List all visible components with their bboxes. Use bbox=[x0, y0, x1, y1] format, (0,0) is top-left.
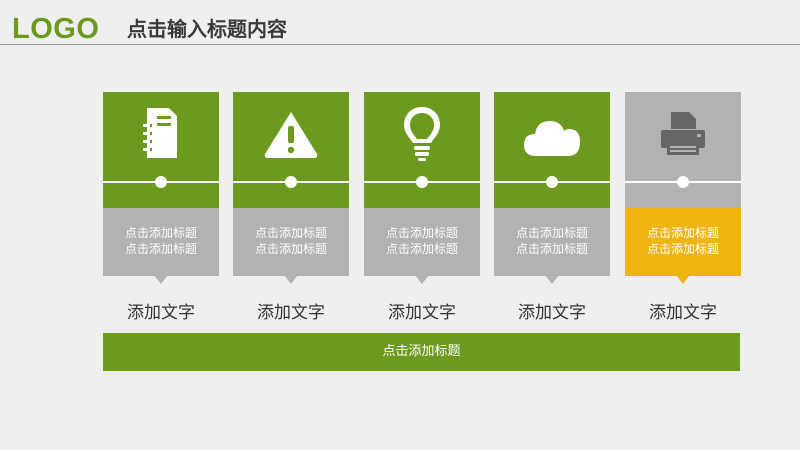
card-top bbox=[364, 92, 480, 208]
card-top bbox=[494, 92, 610, 208]
card-caption[interactable]: 添加文字 bbox=[354, 302, 490, 324]
printer-icon bbox=[653, 102, 713, 164]
timeline-dot bbox=[155, 176, 167, 188]
lightbulb-icon bbox=[392, 102, 452, 164]
timeline-dot bbox=[285, 176, 297, 188]
cloud-icon bbox=[522, 102, 582, 164]
card-subtitle[interactable]: 点击添加标题 点击添加标题 bbox=[364, 225, 480, 257]
card-subtitle[interactable]: 点击添加标题 点击添加标题 bbox=[494, 225, 610, 257]
footer-title-bar[interactable]: 点击添加标题 bbox=[103, 333, 740, 371]
warning-icon bbox=[261, 102, 321, 164]
card-pointer bbox=[154, 275, 168, 284]
card-pointer bbox=[415, 275, 429, 284]
card-caption[interactable]: 添加文字 bbox=[223, 302, 359, 324]
card-subtitle[interactable]: 点击添加标题 点击添加标题 bbox=[625, 225, 741, 257]
card-subtitle[interactable]: 点击添加标题 点击添加标题 bbox=[103, 225, 219, 257]
timeline-dot bbox=[546, 176, 558, 188]
card-top bbox=[233, 92, 349, 208]
card-pointer bbox=[676, 275, 690, 284]
card-row: 点击添加标题 点击添加标题 添加文字 点击添加标题 点击添加标题 添加文字 点击… bbox=[0, 0, 800, 450]
timeline-dot bbox=[677, 176, 689, 188]
card-top bbox=[625, 92, 741, 208]
card-pointer bbox=[545, 275, 559, 284]
card-pointer bbox=[284, 275, 298, 284]
card-caption[interactable]: 添加文字 bbox=[484, 302, 620, 324]
card-subtitle[interactable]: 点击添加标题 点击添加标题 bbox=[233, 225, 349, 257]
notebook-icon bbox=[131, 102, 191, 164]
card-caption[interactable]: 添加文字 bbox=[615, 302, 751, 324]
timeline-dot bbox=[416, 176, 428, 188]
card-top bbox=[103, 92, 219, 208]
card-caption[interactable]: 添加文字 bbox=[93, 302, 229, 324]
